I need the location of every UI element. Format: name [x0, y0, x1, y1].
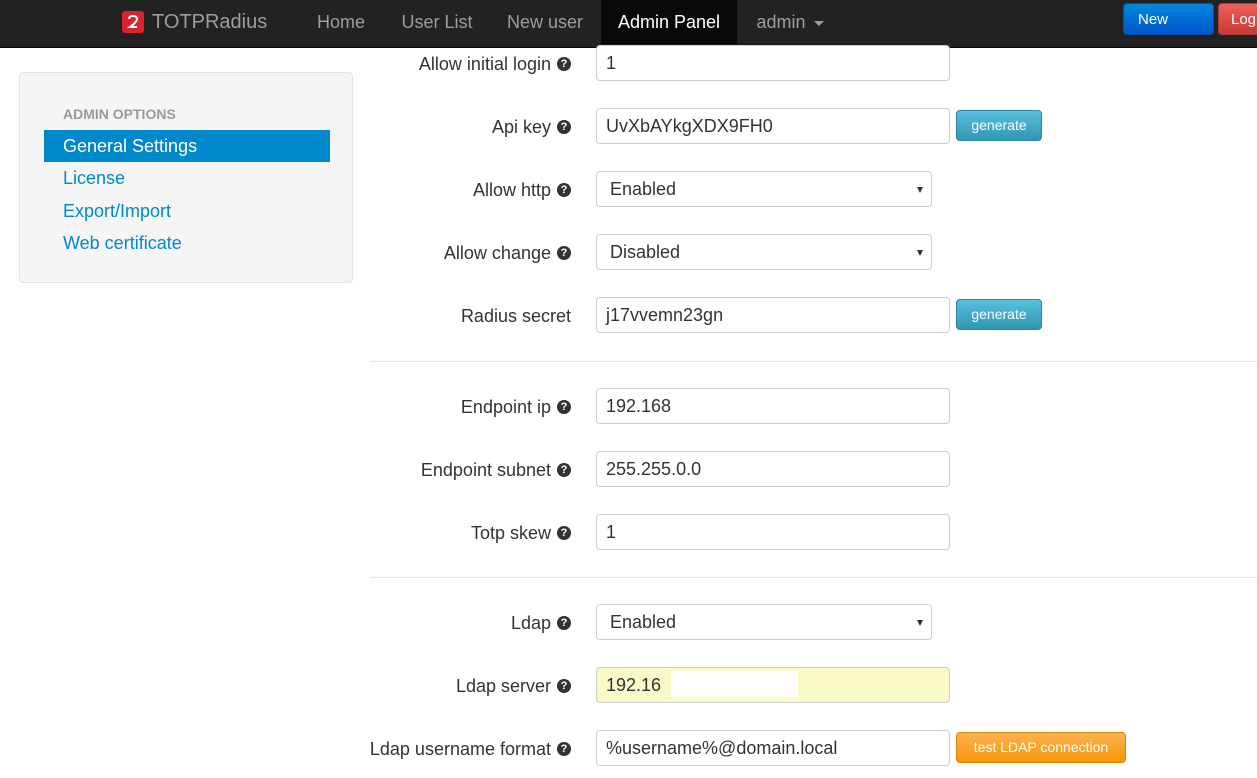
allow-change-row: Allow change? Disabled	[370, 233, 1257, 273]
allow-initial-login-text: Allow initial login	[418, 54, 551, 74]
endpoint-ip-label: Endpoint ip?	[461, 387, 571, 427]
allow-change-label: Allow change?	[444, 233, 571, 273]
endpoint-subnet-label: Endpoint subnet?	[421, 450, 571, 490]
ldap-username-format-label: Ldap username format?	[370, 729, 571, 769]
sidebar-item-web-certificate[interactable]: Web certificate	[44, 227, 330, 259]
ldap-username-format-row: Ldap username format? %username%@domain.…	[370, 729, 1257, 769]
totp-skew-input[interactable]: 1	[596, 514, 950, 550]
generate-api-key-button[interactable]: generate	[956, 110, 1042, 141]
totp-skew-label: Totp skew?	[471, 513, 571, 553]
totp-skew-text: Totp skew	[470, 523, 551, 543]
sidebar-item-export-import[interactable]: Export/Import	[44, 195, 330, 227]
test-ldap-connection-button[interactable]: test LDAP connection	[956, 732, 1126, 763]
new-user-button[interactable]: New user	[1123, 3, 1214, 60]
select-arrow-icon	[917, 250, 923, 256]
api-key-input[interactable]: UvXbAYkgXDX9FH0	[596, 108, 950, 144]
radius-secret-text: Radius secret	[460, 306, 571, 326]
radius-secret-input[interactable]: j17vvemn23gn	[596, 297, 950, 333]
brand-name: TOTPRadius	[152, 10, 268, 33]
api-key-label: Api key?	[492, 107, 571, 147]
totpradius-logo-icon	[122, 11, 144, 33]
brand[interactable]: TOTPRadius	[122, 0, 267, 44]
logout-button[interactable]: Log	[1218, 3, 1257, 35]
redacted-area	[671, 671, 798, 697]
api-key-row: Api key? UvXbAYkgXDX9FH0 generate	[370, 107, 1257, 147]
help-icon[interactable]: ?	[557, 463, 571, 477]
help-icon[interactable]: ?	[557, 400, 571, 414]
allow-initial-login-input[interactable]: 1	[596, 45, 950, 81]
allow-change-text: Allow change	[443, 243, 551, 263]
caret-down-icon	[813, 20, 824, 26]
ldap-select[interactable]: Enabled	[596, 604, 932, 640]
allow-http-text: Allow http	[472, 180, 551, 200]
endpoint-ip-input[interactable]: 192.168	[596, 388, 950, 424]
ldap-username-format-input[interactable]: %username%@domain.local	[596, 730, 950, 766]
nav-new-user[interactable]: New user	[495, 0, 595, 44]
help-icon[interactable]: ?	[557, 616, 571, 630]
select-arrow-icon	[917, 187, 923, 193]
allow-change-value: Disabled	[610, 242, 681, 262]
api-key-text: Api key	[491, 117, 551, 137]
ldap-server-text: Ldap server	[455, 676, 551, 696]
admin-options-sidebar: ADMIN OPTIONS General Settings License E…	[19, 72, 353, 283]
help-icon[interactable]: ?	[557, 246, 571, 260]
allow-http-value: Enabled	[610, 179, 677, 199]
allow-http-select[interactable]: Enabled	[596, 171, 932, 207]
help-icon[interactable]: ?	[557, 183, 571, 197]
sidebar-header: ADMIN OPTIONS	[63, 106, 176, 122]
nav-admin-dropdown[interactable]: admin	[743, 0, 837, 44]
radius-secret-label: Radius secret	[461, 296, 571, 336]
ldap-label: Ldap?	[511, 603, 571, 643]
section-divider	[370, 361, 1257, 362]
endpoint-subnet-row: Endpoint subnet? 255.255.0.0	[370, 450, 1257, 490]
nav-user-list[interactable]: User List	[385, 0, 489, 44]
section-divider	[370, 577, 1257, 578]
ldap-value: Enabled	[610, 612, 677, 632]
sidebar-item-license[interactable]: License	[44, 162, 330, 194]
top-navbar: TOTPRadius Home User List New user Admin…	[0, 0, 1257, 60]
help-icon[interactable]: ?	[557, 679, 571, 693]
select-arrow-icon	[917, 620, 923, 626]
ldap-server-label: Ldap server?	[456, 666, 571, 706]
allow-http-label: Allow http?	[473, 170, 571, 210]
help-icon[interactable]: ?	[557, 742, 571, 756]
endpoint-subnet-input[interactable]: 255.255.0.0	[596, 451, 950, 487]
allow-initial-login-label: Allow initial login?	[419, 44, 571, 84]
nav-admin-panel[interactable]: Admin Panel	[601, 0, 737, 44]
sidebar-item-general-settings[interactable]: General Settings	[44, 130, 330, 162]
radius-secret-row: Radius secret j17vvemn23gn generate	[370, 296, 1257, 336]
endpoint-ip-text: Endpoint ip	[460, 397, 551, 417]
help-icon[interactable]: ?	[557, 120, 571, 134]
ldap-text: Ldap	[510, 613, 551, 633]
nav-home[interactable]: Home	[303, 0, 379, 44]
totp-skew-row: Totp skew? 1	[370, 513, 1257, 553]
generate-radius-secret-button[interactable]: generate	[956, 299, 1042, 330]
endpoint-subnet-text: Endpoint subnet	[420, 460, 551, 480]
admin-dropdown-label: admin	[756, 12, 806, 32]
ldap-server-row: Ldap server? 192.16	[370, 666, 1257, 706]
help-icon[interactable]: ?	[557, 57, 571, 71]
ldap-row: Ldap? Enabled	[370, 603, 1257, 643]
allow-change-select[interactable]: Disabled	[596, 234, 932, 270]
ldap-username-format-text: Ldap username format	[369, 739, 551, 759]
allow-initial-login-row: Allow initial login? 1	[370, 44, 1257, 84]
allow-http-row: Allow http? Enabled	[370, 170, 1257, 210]
help-icon[interactable]: ?	[557, 526, 571, 540]
endpoint-ip-row: Endpoint ip? 192.168	[370, 387, 1257, 427]
